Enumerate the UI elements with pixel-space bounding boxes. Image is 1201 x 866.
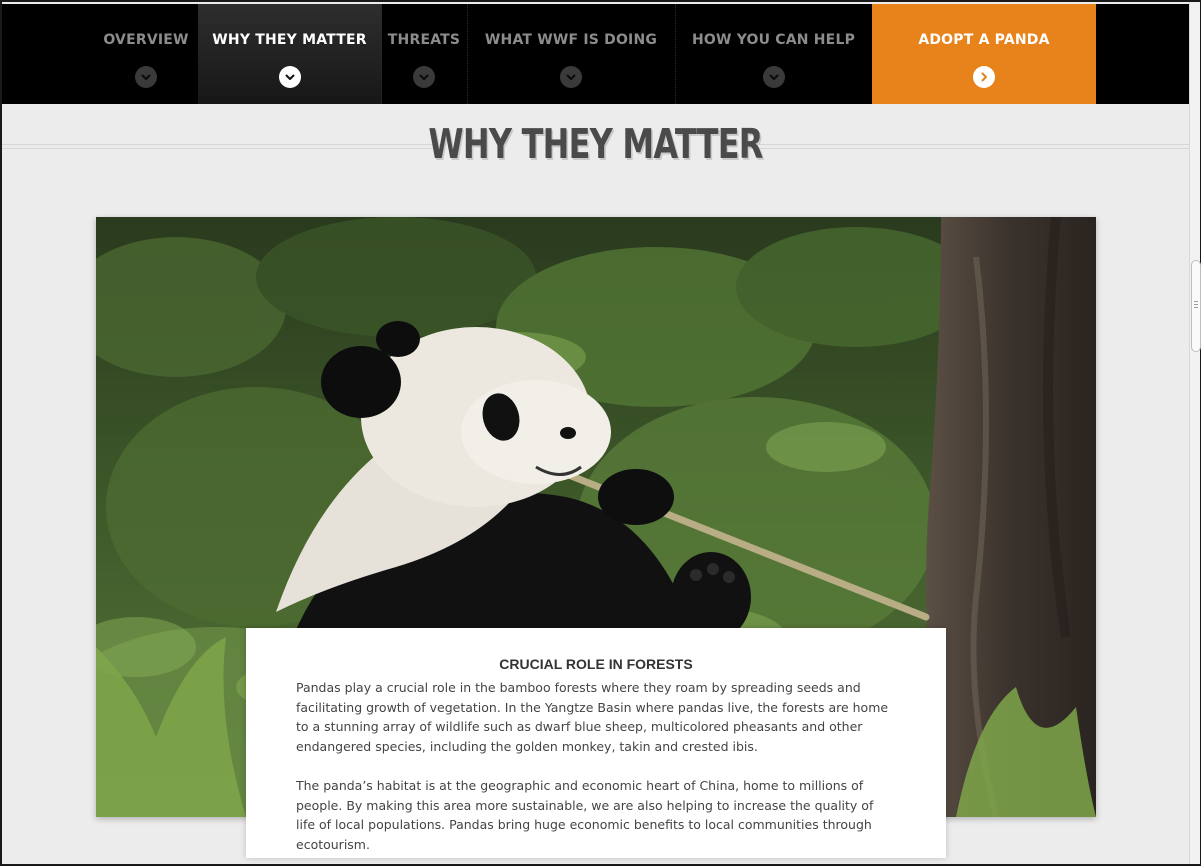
nav-overview[interactable]: OVERVIEW <box>94 4 199 104</box>
nav-why-they-matter[interactable]: WHY THEY MATTER <box>198 4 382 104</box>
nav-threats[interactable]: THREATS <box>381 4 468 104</box>
nav-what-wwf-is-doing[interactable]: WHAT WWF IS DOING <box>467 4 676 104</box>
chevron-down-icon <box>135 66 157 88</box>
card-paragraph: Pandas play a crucial role in the bamboo… <box>296 680 889 754</box>
page-frame: OVERVIEW WHY THEY MATTER THREATS WHAT WW… <box>2 2 1189 864</box>
section-heading-row: WHY THEY MATTER <box>2 114 1189 174</box>
top-nav: OVERVIEW WHY THEY MATTER THREATS WHAT WW… <box>2 4 1189 104</box>
chevron-down-icon <box>762 66 785 88</box>
chevron-down-icon <box>413 66 435 88</box>
grip-line <box>1194 301 1198 302</box>
nav-label: OVERVIEW <box>103 32 189 48</box>
nav-label: HOW YOU CAN HELP <box>691 32 856 48</box>
chevron-down-icon <box>278 66 301 88</box>
grip-line <box>1194 307 1198 308</box>
card-paragraph: The panda’s habitat is at the geographic… <box>296 778 874 852</box>
nav-label: WHAT WWF IS DOING <box>484 32 658 48</box>
nav-adopt-a-panda[interactable]: ADOPT A PANDA <box>872 4 1096 104</box>
nav-how-you-can-help[interactable]: HOW YOU CAN HELP <box>675 4 872 104</box>
info-card: CRUCIAL ROLE IN FORESTS Pandas play a cr… <box>246 628 946 858</box>
nav-label: THREATS <box>387 32 461 48</box>
card-title: CRUCIAL ROLE IN FORESTS <box>499 656 693 672</box>
chevron-right-icon <box>973 66 995 88</box>
vertical-scrollbar[interactable] <box>1189 2 1201 864</box>
page-title: WHY THEY MATTER <box>428 120 763 168</box>
nav-label: ADOPT A PANDA <box>918 32 1050 48</box>
scrollbar-thumb[interactable] <box>1191 260 1201 352</box>
chevron-down-icon <box>560 66 582 88</box>
nav-label: WHY THEY MATTER <box>212 32 367 48</box>
grip-line <box>1194 304 1198 305</box>
